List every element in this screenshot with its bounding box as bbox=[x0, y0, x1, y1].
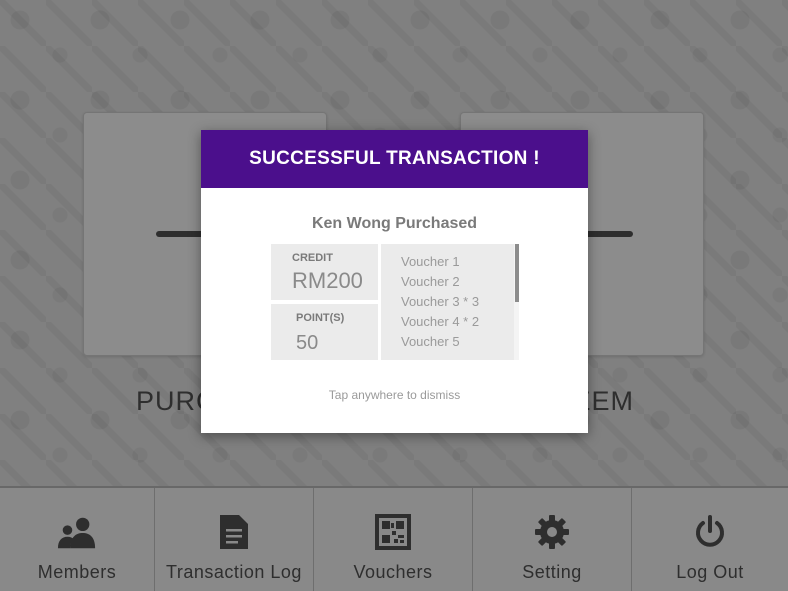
voucher-item: Voucher 2 bbox=[401, 274, 460, 289]
modal-header: SUCCESSFUL TRANSACTION ! bbox=[201, 130, 588, 188]
modal-title: SUCCESSFUL TRANSACTION ! bbox=[249, 148, 540, 169]
voucher-list: Voucher 1 Voucher 2 Voucher 3 * 3 Vouche… bbox=[401, 252, 479, 352]
modal-subtitle: Ken Wong Purchased bbox=[311, 215, 478, 232]
points-value: 50 bbox=[296, 332, 319, 354]
credit-value: RM200 bbox=[292, 268, 363, 293]
voucher-item: Voucher 4 * 2 bbox=[401, 314, 480, 329]
voucher-item: Voucher 5 bbox=[401, 334, 460, 349]
credit-title: CREDIT bbox=[292, 252, 333, 264]
credit-box: CREDIT RM200 bbox=[271, 244, 378, 300]
points-box: POINT(S) 50 bbox=[271, 304, 378, 360]
voucher-list-box[interactable]: Voucher 1 Voucher 2 Voucher 3 * 3 Vouche… bbox=[381, 244, 519, 360]
transaction-modal[interactable]: SUCCESSFUL TRANSACTION ! Ken Wong Purcha… bbox=[201, 130, 588, 433]
voucher-scrollbar-thumb[interactable] bbox=[515, 244, 519, 302]
dismiss-hint: Tap anywhere to dismiss bbox=[328, 388, 461, 402]
voucher-item: Voucher 1 bbox=[401, 254, 460, 269]
points-title: POINT(S) bbox=[296, 312, 345, 324]
voucher-item: Voucher 3 * 3 bbox=[401, 294, 480, 309]
voucher-scrollbar[interactable] bbox=[514, 244, 519, 360]
